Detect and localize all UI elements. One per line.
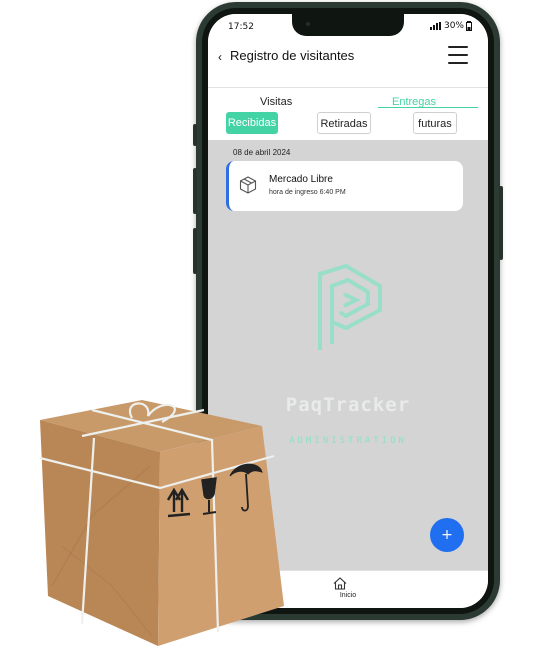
paqtracker-logo (318, 264, 382, 350)
camera-notch (292, 14, 404, 36)
filter-bar: Recibidas Retiradas futuras (208, 108, 488, 140)
status-time: 17:52 (228, 22, 254, 32)
phone-power-button (499, 186, 503, 260)
phone-volume-down (193, 228, 197, 274)
status-indicators: 30% (429, 21, 472, 31)
menu-line (448, 54, 468, 56)
delivery-card[interactable]: Mercado Libre hora de ingreso 6:40 PM (226, 161, 463, 211)
filter-retiradas-button[interactable]: Retiradas (317, 112, 371, 134)
camera-icon (306, 22, 310, 26)
menu-line (448, 46, 468, 48)
phone-side-button (193, 124, 197, 146)
phone-volume-up (193, 168, 197, 214)
app-header: ‹ Registro de visitantes (208, 36, 488, 88)
home-icon[interactable] (333, 577, 347, 590)
stage: 17:52 30% ‹ Registro de visitantes Visit… (0, 0, 540, 656)
date-header: 08 de abril 2024 (233, 148, 291, 157)
delivery-time: hora de ingreso 6:40 PM (269, 189, 346, 196)
battery-percent: 30% (443, 21, 464, 31)
menu-line (448, 62, 468, 64)
back-icon[interactable]: ‹ (218, 50, 222, 64)
add-button[interactable]: + (430, 518, 464, 552)
tab-bar: Visitas Entregas (208, 88, 488, 108)
signal-icon (429, 22, 441, 30)
filter-recibidas-button[interactable]: Recibidas (226, 112, 278, 134)
status-bar: 17:52 30% (208, 14, 488, 36)
page-title: Registro de visitantes (230, 48, 355, 63)
tab-visitas[interactable]: Visitas (260, 96, 292, 108)
delivery-company: Mercado Libre (269, 174, 333, 185)
battery-icon (466, 21, 472, 31)
filter-futuras-button[interactable]: futuras (413, 112, 457, 134)
box-left (40, 420, 160, 646)
cardboard-box-illustration (39, 400, 284, 646)
package-icon (239, 176, 257, 194)
hamburger-menu-icon[interactable] (448, 46, 468, 64)
